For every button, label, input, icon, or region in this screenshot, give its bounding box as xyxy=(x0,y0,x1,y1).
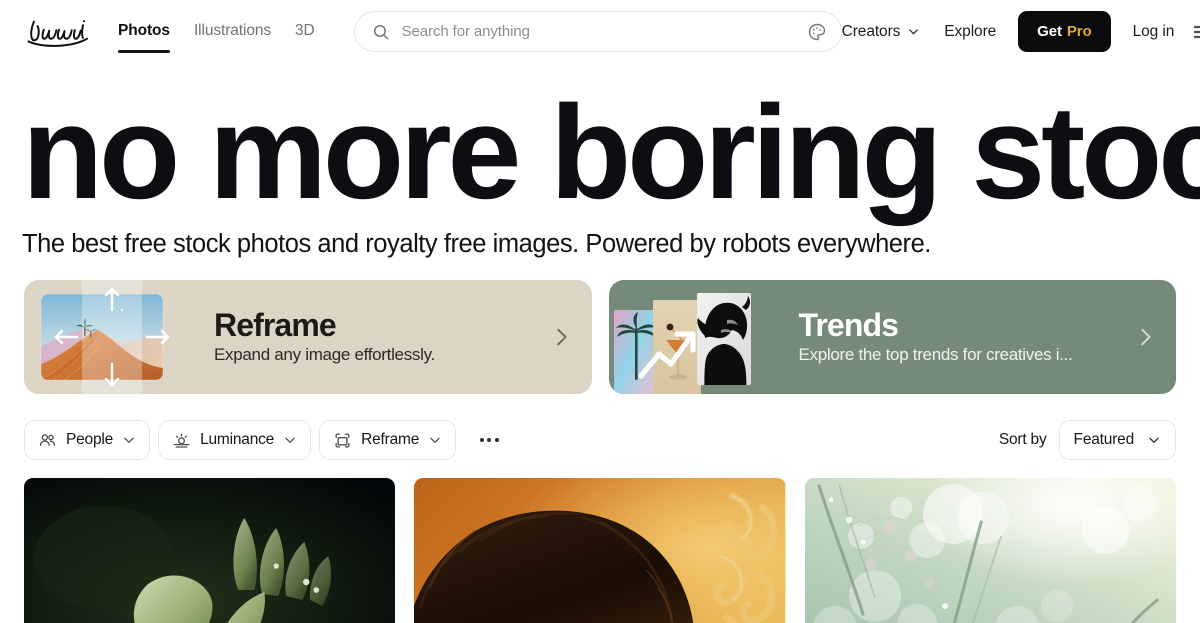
photo-card[interactable] xyxy=(414,478,786,623)
stacked-photos-trend-arrow-icon xyxy=(613,293,751,394)
ellipsis-icon xyxy=(494,438,499,442)
page-title: no more boring stock xyxy=(22,79,1200,227)
filter-bar: People Luminance Reframe Sort by Feature… xyxy=(0,420,1200,460)
sunrise-icon xyxy=(173,433,190,448)
photo-card[interactable] xyxy=(804,478,1176,623)
promo-card-reframe[interactable]: Reframe Expand any image effortlessly. xyxy=(24,280,592,394)
hero-subtitle: The best free stock photos and royalty f… xyxy=(22,230,931,258)
hero-section: no more boring stock The best free stock… xyxy=(0,87,1200,259)
trends-artwork xyxy=(609,280,785,394)
chevron-down-icon xyxy=(430,437,440,443)
login-button[interactable]: Log in xyxy=(1133,23,1175,41)
creators-menu[interactable]: Creators xyxy=(842,23,921,41)
palette-icon[interactable] xyxy=(807,22,827,42)
promo-title-reframe: Reframe xyxy=(214,306,337,343)
search-input[interactable] xyxy=(401,23,807,40)
tab-illustrations[interactable]: Illustrations xyxy=(194,22,271,42)
chevron-down-icon xyxy=(1149,437,1159,443)
creators-label: Creators xyxy=(841,22,901,40)
people-icon xyxy=(39,433,56,446)
search-icon xyxy=(373,24,389,39)
filter-luminance[interactable]: Luminance xyxy=(158,420,312,460)
site-header: Photos Illustrations 3D Creators Explore… xyxy=(0,0,1200,63)
chevron-down-icon xyxy=(124,437,134,443)
get-pro-button[interactable]: Get Pro xyxy=(1018,11,1111,52)
promo-subtitle-trends: Explore the top trends for creatives i..… xyxy=(798,345,1073,365)
filter-luminance-label: Luminance xyxy=(200,431,275,448)
promo-title-trends: Trends xyxy=(798,306,899,343)
header-actions: Creators Explore Get Pro Log in xyxy=(842,11,1200,52)
get-pro-accent-text: Pro xyxy=(1066,23,1092,40)
get-pro-primary-text: Get xyxy=(1037,23,1062,40)
sort-dropdown[interactable]: Featured xyxy=(1058,420,1176,460)
promo-cards: Reframe Expand any image effortlessly. T… xyxy=(0,280,1200,394)
photo-orange-portrait xyxy=(414,478,786,623)
crop-frame-icon xyxy=(335,432,350,448)
search-bar[interactable] xyxy=(353,11,842,52)
chevron-right-icon[interactable] xyxy=(1134,326,1156,348)
filter-reframe-label: Reframe xyxy=(361,431,420,448)
sort-selected-value: Featured xyxy=(1073,431,1135,448)
sort-by-label: Sort by xyxy=(998,431,1047,448)
photo-green-flower xyxy=(24,478,396,623)
sort-control: Sort by Featured xyxy=(999,420,1176,460)
photo-green-bokeh xyxy=(804,478,1176,623)
more-filters-button[interactable] xyxy=(472,423,506,457)
chevron-right-icon[interactable] xyxy=(550,326,572,348)
filter-reframe[interactable]: Reframe xyxy=(319,420,457,460)
filter-people[interactable]: People xyxy=(24,420,151,460)
chevron-down-icon xyxy=(909,29,919,35)
promo-card-trends[interactable]: Trends Explore the top trends for creati… xyxy=(608,280,1176,394)
filter-people-label: People xyxy=(66,431,114,448)
tab-3d[interactable]: 3D xyxy=(295,22,315,42)
ellipsis-icon xyxy=(487,438,492,442)
desert-dunes-expand-arrows-icon xyxy=(40,280,170,394)
reframe-text: Reframe Expand any image effortlessly. xyxy=(214,306,435,366)
lummi-logo[interactable] xyxy=(24,15,96,49)
chevron-down-icon xyxy=(285,437,295,443)
ellipsis-icon xyxy=(479,438,484,442)
tab-photos[interactable]: Photos xyxy=(118,22,170,53)
reframe-artwork xyxy=(24,280,200,394)
trends-text: Trends Explore the top trends for creati… xyxy=(798,306,1073,366)
primary-nav: Photos Illustrations 3D xyxy=(118,12,315,53)
explore-link[interactable]: Explore xyxy=(944,23,996,41)
promo-subtitle-reframe: Expand any image effortlessly. xyxy=(214,345,435,365)
photo-grid xyxy=(0,478,1200,623)
photo-card[interactable] xyxy=(24,478,396,623)
hamburger-menu-icon[interactable] xyxy=(1191,20,1200,44)
